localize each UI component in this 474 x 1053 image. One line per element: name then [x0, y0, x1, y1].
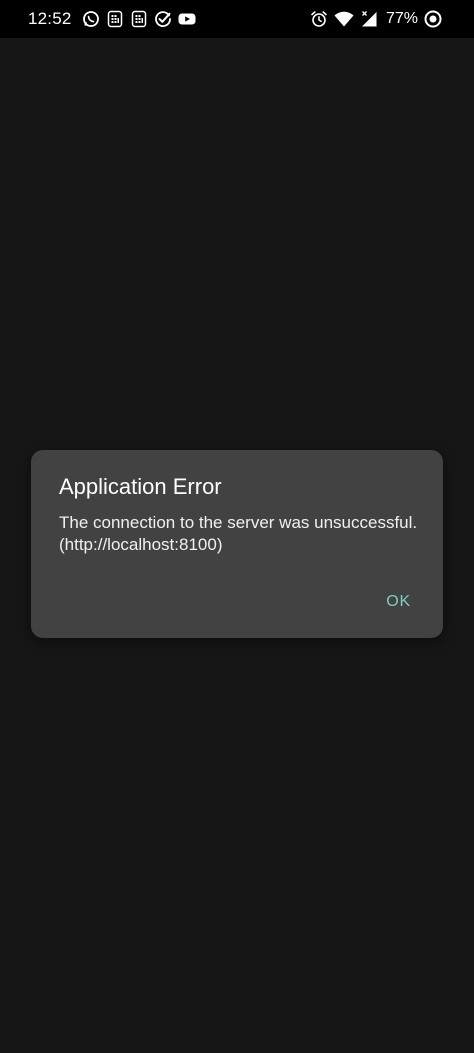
status-clock: 12:52 [28, 9, 72, 28]
status-bar-left: 12:52 [28, 0, 202, 38]
sim-app-icon-2 [130, 10, 148, 28]
battery-percent: 77% [385, 10, 418, 27]
app-screen: 12:52 77% Application Error The connecti… [0, 0, 474, 1053]
task-check-icon [154, 10, 172, 28]
status-bar: 12:52 77% [0, 0, 474, 38]
sim-app-icon [106, 10, 124, 28]
error-dialog: Application Error The connection to the … [31, 450, 443, 638]
dialog-message: The connection to the server was unsucce… [59, 513, 418, 554]
cell-signal-icon [360, 10, 378, 28]
ok-button[interactable]: OK [382, 588, 415, 616]
battery-icon [424, 10, 442, 28]
alarm-icon [310, 10, 328, 28]
status-bar-right: 77% [310, 0, 448, 38]
youtube-icon [178, 10, 196, 28]
whatsapp-icon [82, 10, 100, 28]
wifi-icon [334, 10, 354, 28]
dialog-title: Application Error [59, 474, 222, 499]
